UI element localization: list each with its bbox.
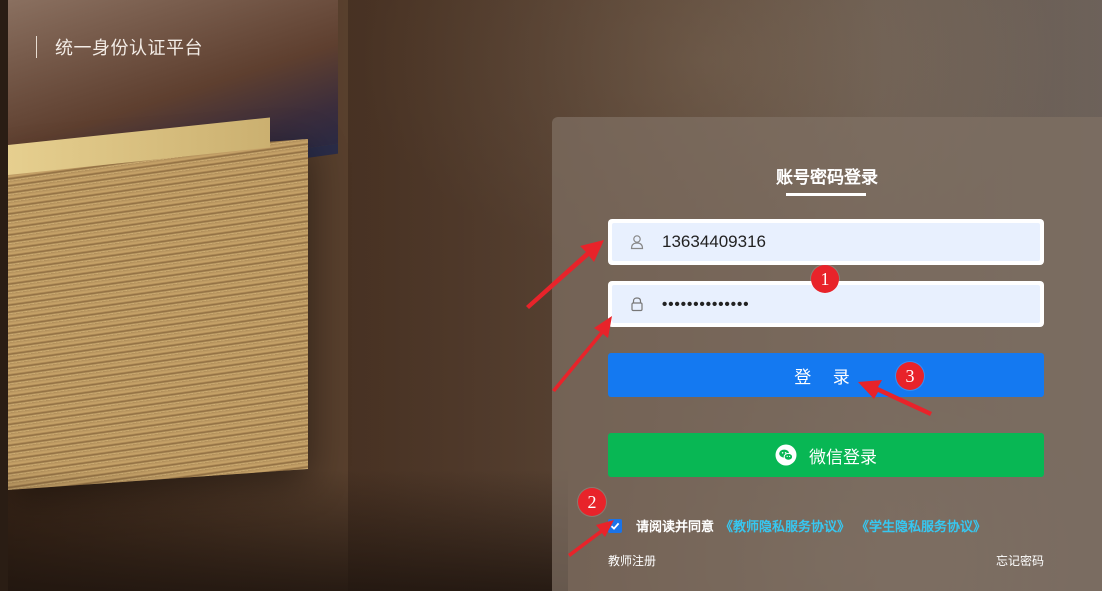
username-field-inner (612, 222, 1040, 262)
lock-icon (626, 296, 648, 312)
annotation-marker-2: 2 (578, 488, 606, 516)
background-shade (8, 470, 568, 591)
login-panel: 账号密码登录 登 录 (552, 117, 1102, 591)
teacher-privacy-link[interactable]: 《教师隐私服务协议》 (720, 516, 850, 535)
wechat-icon (775, 444, 797, 466)
annotation-marker-3: 3 (896, 362, 924, 390)
forgot-password-link[interactable]: 忘记密码 (996, 552, 1044, 569)
brand-title: 统一身份认证平台 (55, 38, 203, 59)
login-button-label: 登 录 (794, 367, 858, 388)
background-book-pages (8, 139, 308, 490)
password-input[interactable] (660, 284, 1040, 324)
agreement-row: 请阅读并同意 《教师隐私服务协议》 《学生隐私服务协议》 (608, 516, 992, 535)
login-title[interactable]: 账号密码登录 (552, 163, 1102, 188)
annotation-marker-1: 1 (811, 265, 839, 293)
teacher-register-link[interactable]: 教师注册 (608, 552, 656, 569)
agreement-checkbox[interactable] (608, 518, 622, 533)
brand-divider (36, 36, 37, 58)
wechat-login-button[interactable]: 微信登录 (608, 433, 1044, 477)
wechat-button-label: 微信登录 (809, 447, 877, 468)
login-button[interactable]: 登 录 (608, 353, 1044, 397)
checkmark-icon (610, 522, 620, 530)
username-field[interactable] (608, 219, 1044, 265)
student-privacy-link[interactable]: 《学生隐私服务协议》 (856, 516, 986, 535)
agreement-text: 请阅读并同意 (636, 520, 715, 535)
brand-header: 统一身份认证平台 (36, 34, 203, 60)
login-title-underline (786, 193, 866, 196)
user-icon (626, 234, 648, 250)
username-input[interactable] (660, 222, 1040, 262)
